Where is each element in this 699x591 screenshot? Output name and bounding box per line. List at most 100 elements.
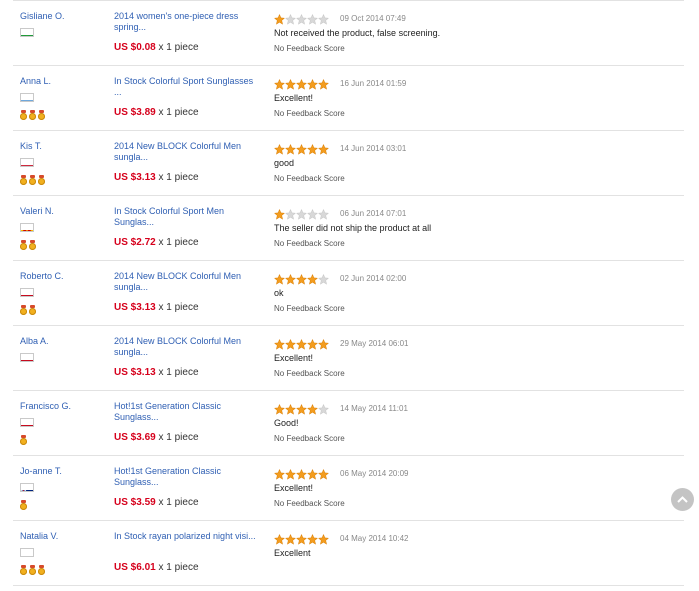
buyer-name-link[interactable]: Anna L. [20, 76, 51, 86]
feedback-score-text: No Feedback Score [274, 44, 345, 53]
star-filled-icon [284, 467, 297, 480]
buyer-name-link[interactable]: Alba A. [20, 336, 49, 346]
star-filled-icon [284, 77, 297, 90]
feedback-score-text: No Feedback Score [274, 174, 345, 183]
feedback-row: Francisco G. Hot!1st Generation Classic S… [13, 391, 684, 456]
product-link[interactable]: 2014 women's one-piece dress spring... [114, 11, 262, 33]
star-empty-icon [306, 12, 319, 25]
star-empty-icon [295, 207, 308, 220]
star-rating [273, 77, 330, 90]
order-price: US $3.89 x 1 piece [114, 107, 199, 118]
star-filled-icon [284, 402, 297, 415]
medal-icon [20, 305, 27, 315]
medal-icon [29, 565, 36, 575]
price-value: US $3.13 [114, 172, 156, 183]
star-filled-icon [306, 467, 319, 480]
product-link[interactable]: In Stock rayan polarized night visi... [114, 531, 262, 542]
star-filled-icon [317, 467, 330, 480]
quantity-text: x 1 piece [158, 172, 199, 183]
feedback-comment: ok [274, 288, 284, 298]
feedback-row: Roberto C. 2014 New BLOCK Colorful Men su… [13, 261, 684, 326]
product-link[interactable]: 2014 New BLOCK Colorful Men sungla... [114, 141, 262, 163]
product-link[interactable]: In Stock Colorful Sport Men Sunglas... [114, 206, 262, 228]
feedback-date: 04 May 2014 10:42 [340, 534, 409, 543]
star-filled-icon [306, 337, 319, 350]
star-filled-icon [273, 12, 286, 25]
feedback-date: 14 May 2014 11:01 [340, 404, 408, 413]
order-price: US $3.59 x 1 piece [114, 497, 199, 508]
feedback-score-text: No Feedback Score [274, 499, 345, 508]
buyer-name-link[interactable]: Gisliane O. [20, 11, 65, 21]
star-filled-icon [306, 77, 319, 90]
feedback-date: 16 Jun 2014 01:59 [340, 79, 407, 88]
order-price: US $3.13 x 1 piece [114, 367, 199, 378]
feedback-row: Natalia V. In Stock rayan polarized night… [13, 521, 684, 586]
feedback-comment: Excellent [274, 548, 311, 558]
star-filled-icon [273, 77, 286, 90]
order-price: US $3.13 x 1 piece [114, 172, 199, 183]
star-filled-icon [295, 402, 308, 415]
price-value: US $3.13 [114, 367, 156, 378]
order-price: US $3.13 x 1 piece [114, 302, 199, 313]
price-value: US $3.59 [114, 497, 156, 508]
feedback-comment: Good! [274, 418, 299, 428]
star-filled-icon [317, 532, 330, 545]
medal-icon [20, 435, 27, 445]
medal-icon [29, 175, 36, 185]
feedback-score-text: No Feedback Score [274, 239, 345, 248]
medal-icon [20, 565, 27, 575]
star-empty-icon [306, 207, 319, 220]
price-value: US $6.01 [114, 562, 156, 573]
buyer-name-link[interactable]: Kis T. [20, 141, 42, 151]
buyer-medals [20, 435, 29, 446]
product-link[interactable]: In Stock Colorful Sport Sunglasses ... [114, 76, 262, 98]
star-filled-icon [273, 207, 286, 220]
product-link[interactable]: Hot!1st Generation Classic Sunglass... [114, 401, 262, 423]
star-filled-icon [273, 467, 286, 480]
buyer-name-link[interactable]: Francisco G. [20, 401, 71, 411]
feedback-score-text: No Feedback Score [274, 434, 345, 443]
buyer-name-link[interactable]: Natalia V. [20, 531, 58, 541]
buyer-medals [20, 305, 38, 316]
feedback-date: 06 Jun 2014 07:01 [340, 209, 407, 218]
medal-icon [20, 110, 27, 120]
feedback-date: 14 Jun 2014 03:01 [340, 144, 407, 153]
back-to-top-button[interactable] [671, 488, 694, 511]
medal-icon [20, 240, 27, 250]
feedback-score-text: No Feedback Score [274, 369, 345, 378]
buyer-name-link[interactable]: Valeri N. [20, 206, 54, 216]
star-filled-icon [273, 142, 286, 155]
feedback-comment: Excellent! [274, 353, 314, 363]
chevron-up-icon [677, 496, 688, 503]
product-link[interactable]: 2014 New BLOCK Colorful Men sungla... [114, 336, 262, 358]
medal-icon [38, 175, 45, 185]
quantity-text: x 1 piece [158, 107, 199, 118]
medal-icon [29, 110, 36, 120]
quantity-text: x 1 piece [158, 302, 199, 313]
country-flag-icon [20, 288, 34, 297]
star-filled-icon [295, 337, 308, 350]
star-filled-icon [284, 272, 297, 285]
country-flag-icon [20, 223, 34, 232]
feedback-date: 02 Jun 2014 02:00 [340, 274, 407, 283]
star-filled-icon [317, 337, 330, 350]
quantity-text: x 1 piece [158, 42, 199, 53]
star-filled-icon [284, 142, 297, 155]
price-value: US $0.08 [114, 42, 156, 53]
star-filled-icon [295, 467, 308, 480]
buyer-name-link[interactable]: Roberto C. [20, 271, 64, 281]
product-link[interactable]: Hot!1st Generation Classic Sunglass... [114, 466, 262, 488]
star-filled-icon [317, 77, 330, 90]
medal-icon [29, 305, 36, 315]
star-rating [273, 467, 330, 480]
country-flag-icon [20, 158, 34, 167]
medal-icon [38, 110, 45, 120]
feedback-score-text: No Feedback Score [274, 304, 345, 313]
star-rating [273, 272, 330, 285]
product-link[interactable]: 2014 New BLOCK Colorful Men sungla... [114, 271, 262, 293]
country-flag-icon [20, 353, 34, 362]
star-filled-icon [306, 402, 319, 415]
star-filled-icon [273, 337, 286, 350]
buyer-name-link[interactable]: Jo-anne T. [20, 466, 62, 476]
star-filled-icon [273, 532, 286, 545]
